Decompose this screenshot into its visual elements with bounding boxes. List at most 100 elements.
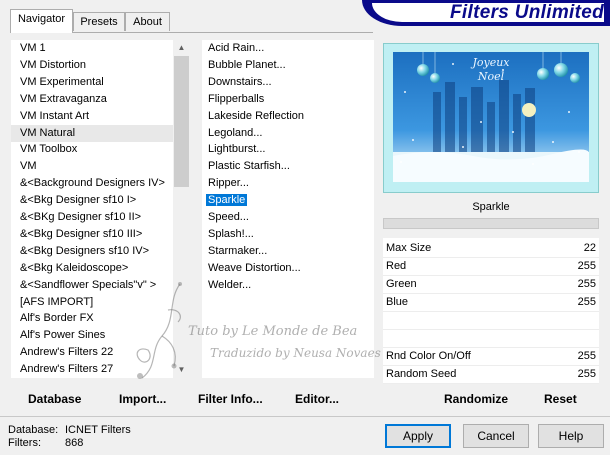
filter-item[interactable]: Splash!... — [206, 226, 256, 243]
category-item-label: Andrew's Filters 27 — [20, 363, 114, 376]
category-item[interactable]: VM — [11, 158, 173, 175]
category-item-label: VM Distortion — [20, 58, 87, 71]
scroll-up-icon[interactable]: ▲ — [173, 40, 190, 56]
help-button[interactable]: Help — [538, 424, 604, 448]
tab-about[interactable]: About — [125, 12, 170, 31]
filter-item-label: Ripper... — [208, 177, 249, 190]
category-item[interactable]: VM Experimental — [11, 74, 173, 91]
param-row[interactable] — [383, 330, 599, 348]
filter-item[interactable]: Welder... — [206, 277, 253, 294]
param-row[interactable]: Red 255 — [383, 258, 599, 276]
filter-item[interactable]: Starmaker... — [206, 243, 269, 260]
category-item-label: VM Instant Art — [20, 109, 90, 122]
status-filters-value: 868 — [65, 437, 84, 449]
filter-item-label: Weave Distortion... — [208, 261, 301, 274]
category-item[interactable]: VM Distortion — [11, 57, 173, 74]
filter-item[interactable]: Flipperballs — [206, 91, 266, 108]
params-panel: Max Size 22 Red 255 Green 255 Blue 255 Rnd Color… — [383, 238, 599, 384]
reset-button-label: Reset — [544, 392, 577, 406]
category-item[interactable]: &<Bkg Designers sf10 IV> — [11, 243, 173, 260]
category-item-label: VM Natural — [20, 126, 76, 139]
filter-item-label: Acid Rain... — [208, 42, 265, 54]
param-value: 255 — [577, 278, 596, 290]
param-row[interactable] — [383, 312, 599, 330]
tab-presets-label: Presets — [80, 16, 118, 28]
status-database-value: ICNET Filters — [65, 424, 131, 436]
filter-item[interactable]: Ripper... — [206, 175, 251, 192]
watermark-flourish — [136, 282, 182, 379]
param-label: Green — [386, 278, 417, 290]
preview-text-1: Joyeux — [470, 56, 510, 69]
param-label: Random Seed — [386, 368, 457, 380]
filter-item[interactable]: Lakeside Reflection — [206, 108, 306, 125]
filter-item-label: Lightburst... — [208, 143, 266, 156]
filter-item[interactable]: Legoland... — [206, 125, 264, 142]
import-button[interactable]: Import... — [119, 391, 166, 407]
watermark-line2: Traduzido by Neusa Novaes — [210, 346, 381, 360]
param-row[interactable]: Green 255 — [383, 276, 599, 294]
tab-about-label: About — [133, 16, 162, 28]
category-item-label: Andrew's Filters 22 — [20, 346, 114, 359]
filter-item[interactable]: Speed... — [206, 209, 251, 226]
param-row[interactable]: Random Seed 255 — [383, 366, 599, 384]
filter-item[interactable]: Sparkle — [206, 192, 248, 209]
reset-button[interactable]: Reset — [544, 391, 577, 407]
param-label: Blue — [386, 296, 409, 308]
category-item-label: VM — [20, 160, 37, 173]
filter-info-button-label: Filter Info... — [198, 392, 263, 406]
filter-item-label: Bubble Planet... — [208, 58, 286, 71]
preview-art: Joyeux Noel — [393, 52, 589, 182]
footer-divider — [0, 416, 610, 417]
category-item[interactable]: &<Background Designers IV> — [11, 175, 173, 192]
param-row[interactable]: Max Size 22 — [383, 240, 599, 258]
filter-item[interactable]: Bubble Planet... — [206, 57, 288, 74]
tab-navigator[interactable]: Navigator — [10, 9, 73, 33]
category-item[interactable]: VM Extravaganza — [11, 91, 173, 108]
scroll-thumb[interactable] — [174, 56, 189, 187]
category-item-label: [AFS IMPORT] — [20, 295, 94, 308]
param-row[interactable]: Blue 255 — [383, 294, 599, 312]
tab-presets[interactable]: Presets — [73, 12, 125, 31]
apply-button[interactable]: Apply — [385, 424, 451, 448]
filter-item[interactable]: Weave Distortion... — [206, 260, 303, 277]
category-item-label: Alf's Border FX — [20, 312, 94, 325]
category-item[interactable]: &<Bkg Kaleidoscope> — [11, 260, 173, 277]
category-item-label: &<Background Designers IV> — [20, 177, 165, 190]
tab-navigator-label: Navigator — [17, 13, 66, 25]
param-value: 255 — [577, 350, 596, 362]
filter-item-label: Legoland... — [208, 126, 263, 139]
filter-item-label: Splash!... — [208, 227, 254, 240]
filter-item[interactable]: Plastic Starfish... — [206, 158, 292, 175]
category-item-label: VM 1 — [20, 42, 46, 54]
filter-item-label: Flipperballs — [208, 92, 265, 105]
filter-item[interactable]: Downstairs... — [206, 74, 274, 91]
filter-item-label: Lakeside Reflection — [208, 109, 305, 122]
preview-text-2: Noel — [477, 70, 505, 83]
editor-button-label: Editor... — [295, 392, 340, 406]
randomize-button-label: Randomize — [444, 392, 509, 406]
category-item[interactable]: VM 1 — [11, 40, 173, 57]
param-label: Rnd Color On/Off — [386, 350, 471, 362]
editor-button[interactable]: Editor... — [295, 391, 339, 407]
filter-item-label: Speed... — [208, 211, 249, 223]
help-button-label: Help — [558, 429, 584, 443]
category-item-label: VM Toolbox — [20, 143, 78, 156]
randomize-button[interactable]: Randomize — [444, 391, 508, 407]
category-item[interactable]: &<BKg Designer sf10 II> — [11, 209, 173, 226]
category-item[interactable]: VM Instant Art — [11, 108, 173, 125]
category-item[interactable]: &<Bkg Designer sf10 III> — [11, 226, 173, 243]
category-item[interactable]: &<Bkg Designer sf10 I> — [11, 192, 173, 209]
category-item-label: &<Bkg Designers sf10 IV> — [20, 244, 150, 257]
database-button[interactable]: Database — [28, 391, 81, 407]
filter-info-button[interactable]: Filter Info... — [198, 391, 263, 407]
category-item-label: &<Bkg Kaleidoscope> — [20, 261, 129, 274]
preview-image: Joyeux Noel — [393, 52, 589, 182]
filter-item[interactable]: Acid Rain... — [206, 40, 266, 57]
category-item[interactable]: VM Natural — [11, 124, 173, 142]
filter-item-label: Sparkle — [206, 194, 248, 207]
cancel-button[interactable]: Cancel — [463, 424, 529, 448]
param-row[interactable]: Rnd Color On/Off 255 — [383, 348, 599, 366]
param-label: Red — [386, 260, 407, 272]
category-item[interactable]: VM Toolbox — [11, 141, 173, 158]
filter-item[interactable]: Lightburst... — [206, 141, 267, 158]
